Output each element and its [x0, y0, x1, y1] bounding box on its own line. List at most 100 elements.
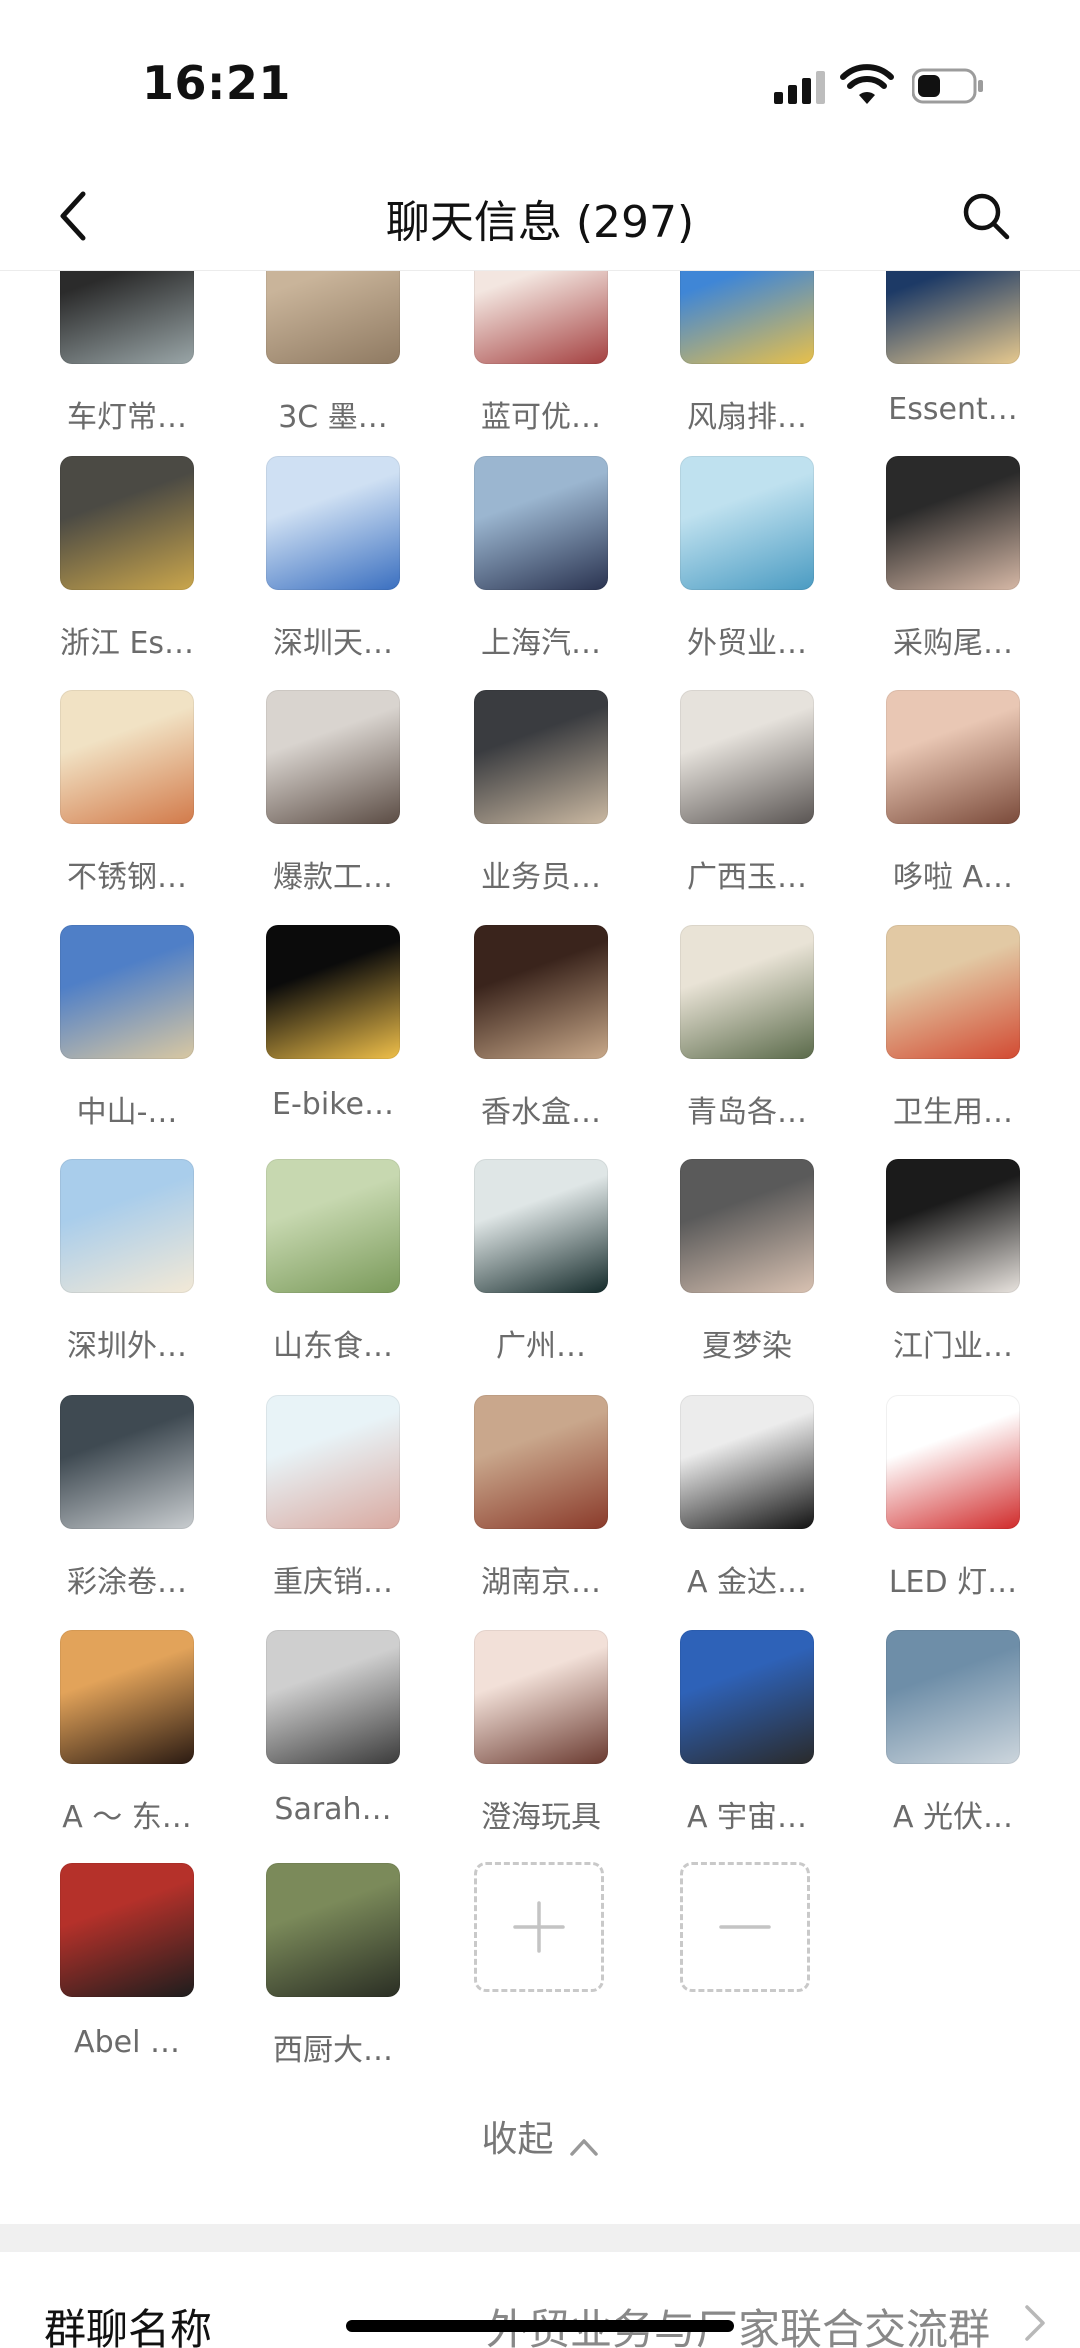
status-bar: 16:21 [0, 0, 1080, 160]
chevron-up-icon [569, 2138, 598, 2156]
member-item[interactable]: 澄海玩具 [474, 1630, 654, 1860]
member-avatar [266, 1159, 400, 1293]
member-name: 中山-… [76, 1095, 178, 1130]
member-item[interactable]: 车灯常… [60, 270, 240, 460]
member-avatar [474, 925, 608, 1059]
member-name: 爆款工… [273, 860, 393, 895]
member-name: E-bike… [272, 1087, 394, 1122]
status-time: 16:21 [142, 56, 291, 110]
member-avatar [474, 1159, 608, 1293]
member-name: 浙江 Es… [59, 626, 195, 661]
search-icon [963, 193, 1010, 240]
member-name: 江门业… [893, 1329, 1013, 1364]
member-item[interactable]: 卫生用… [886, 925, 1066, 1155]
member-item[interactable]: E-bike… [266, 925, 446, 1155]
battery-icon [912, 68, 983, 104]
member-name: 上海汽… [481, 626, 601, 661]
member-avatar [886, 925, 1020, 1059]
member-name: 3C 墨… [278, 400, 388, 435]
member-avatar [266, 1863, 400, 1997]
member-item[interactable]: 深圳外… [60, 1159, 240, 1389]
add-member-button[interactable] [474, 1862, 604, 1992]
member-avatar [886, 1395, 1020, 1529]
member-avatar [680, 690, 814, 824]
member-item[interactable]: 外贸业… [680, 456, 860, 686]
member-avatar [886, 270, 1020, 364]
member-item[interactable]: A ～ 东… [60, 1630, 240, 1860]
member-item[interactable]: 采购尾… [886, 456, 1066, 686]
collapse-button[interactable]: 收起 [0, 2110, 1080, 2162]
section-divider [0, 2224, 1080, 2252]
nav-bar: 聊天信息 (297) [0, 160, 1080, 271]
member-item[interactable]: 江门业… [886, 1159, 1066, 1389]
member-item[interactable]: LED 灯… [886, 1395, 1066, 1625]
member-name: 西厨大… [273, 2033, 393, 2068]
member-item[interactable]: 广西玉… [680, 690, 860, 920]
member-name: 澄海玩具 [481, 1800, 601, 1835]
member-item[interactable]: 香水盒… [474, 925, 654, 1155]
member-item[interactable]: 浙江 Es… [60, 456, 240, 686]
member-name: Sarah… [274, 1792, 392, 1827]
member-item[interactable]: 中山-… [60, 925, 240, 1155]
member-name: A 宇宙… [686, 1800, 808, 1835]
member-item[interactable]: Sarah… [266, 1630, 446, 1860]
member-avatar [680, 925, 814, 1059]
member-name: 外贸业… [687, 626, 807, 661]
group-name-row[interactable]: 群聊名称 外贸业务与厂家联合交流群 [0, 2252, 1080, 2348]
member-item[interactable]: 不锈钢… [60, 690, 240, 920]
search-button[interactable] [954, 184, 1018, 248]
member-avatar [680, 1630, 814, 1764]
member-avatar [266, 690, 400, 824]
member-avatar [680, 1159, 814, 1293]
member-name: 彩涂卷… [67, 1565, 187, 1600]
member-name: 香水盒… [481, 1095, 601, 1130]
cellular-signal-icon [774, 71, 825, 104]
member-name: 蓝可优… [481, 400, 601, 435]
wifi-icon [840, 64, 894, 104]
member-item[interactable]: 青岛各… [680, 925, 860, 1155]
member-item[interactable]: 蓝可优… [474, 270, 654, 460]
member-avatar [60, 270, 194, 364]
remove-member-button[interactable] [680, 1862, 810, 1992]
member-item[interactable]: 彩涂卷… [60, 1395, 240, 1625]
member-item[interactable]: 3C 墨… [266, 270, 446, 460]
member-item[interactable]: 山东食… [266, 1159, 446, 1389]
member-item[interactable]: 风扇排… [680, 270, 860, 460]
member-name: 山东食… [273, 1329, 393, 1364]
member-name: A 金达… [686, 1565, 808, 1600]
member-item[interactable]: A 金达… [680, 1395, 860, 1625]
member-avatar [266, 456, 400, 590]
member-item[interactable]: 爆款工… [266, 690, 446, 920]
member-item[interactable]: 哆啦 A… [886, 690, 1066, 920]
member-item[interactable]: A 宇宙… [680, 1630, 860, 1860]
member-item[interactable]: A 光伏… [886, 1630, 1066, 1860]
member-item[interactable]: Abel … [60, 1863, 240, 2085]
member-grid: 车灯常… 3C 墨… 蓝可优… 风扇排… Essent… 浙江 Es… 深圳天… 上海汽… 外贸… [0, 270, 1080, 2085]
plus-icon [513, 1901, 565, 1953]
member-name: 车灯常… [67, 400, 187, 435]
member-item[interactable]: 上海汽… [474, 456, 654, 686]
member-name: A ～ 东… [62, 1800, 192, 1835]
member-name: 哆啦 A… [892, 860, 1014, 895]
member-item[interactable]: 湖南京… [474, 1395, 654, 1625]
member-item[interactable]: 业务员… [474, 690, 654, 920]
member-name: 夏梦染 [702, 1329, 792, 1364]
member-avatar [474, 270, 608, 364]
member-item[interactable]: 西厨大… [266, 1863, 446, 2085]
member-name: A 光伏… [892, 1800, 1014, 1835]
member-name: 青岛各… [687, 1095, 807, 1130]
chat-info-screen: 16:21 聊天信息 (297) 车灯常… 3C 墨… 蓝可优… 风扇排… Es… [0, 0, 1080, 2348]
member-name: 风扇排… [687, 400, 807, 435]
member-avatar [60, 1863, 194, 1997]
member-item[interactable]: Essent… [886, 270, 1066, 460]
member-name: 采购尾… [893, 626, 1013, 661]
group-name-label: 群聊名称 [44, 2305, 213, 2348]
member-avatar [474, 690, 608, 824]
member-item[interactable]: 广州… [474, 1159, 654, 1389]
member-item[interactable]: 重庆销… [266, 1395, 446, 1625]
member-avatar [60, 1630, 194, 1764]
member-item[interactable]: 夏梦染 [680, 1159, 860, 1389]
member-item[interactable]: 深圳天… [266, 456, 446, 686]
member-avatar [680, 456, 814, 590]
member-avatar [60, 1395, 194, 1529]
